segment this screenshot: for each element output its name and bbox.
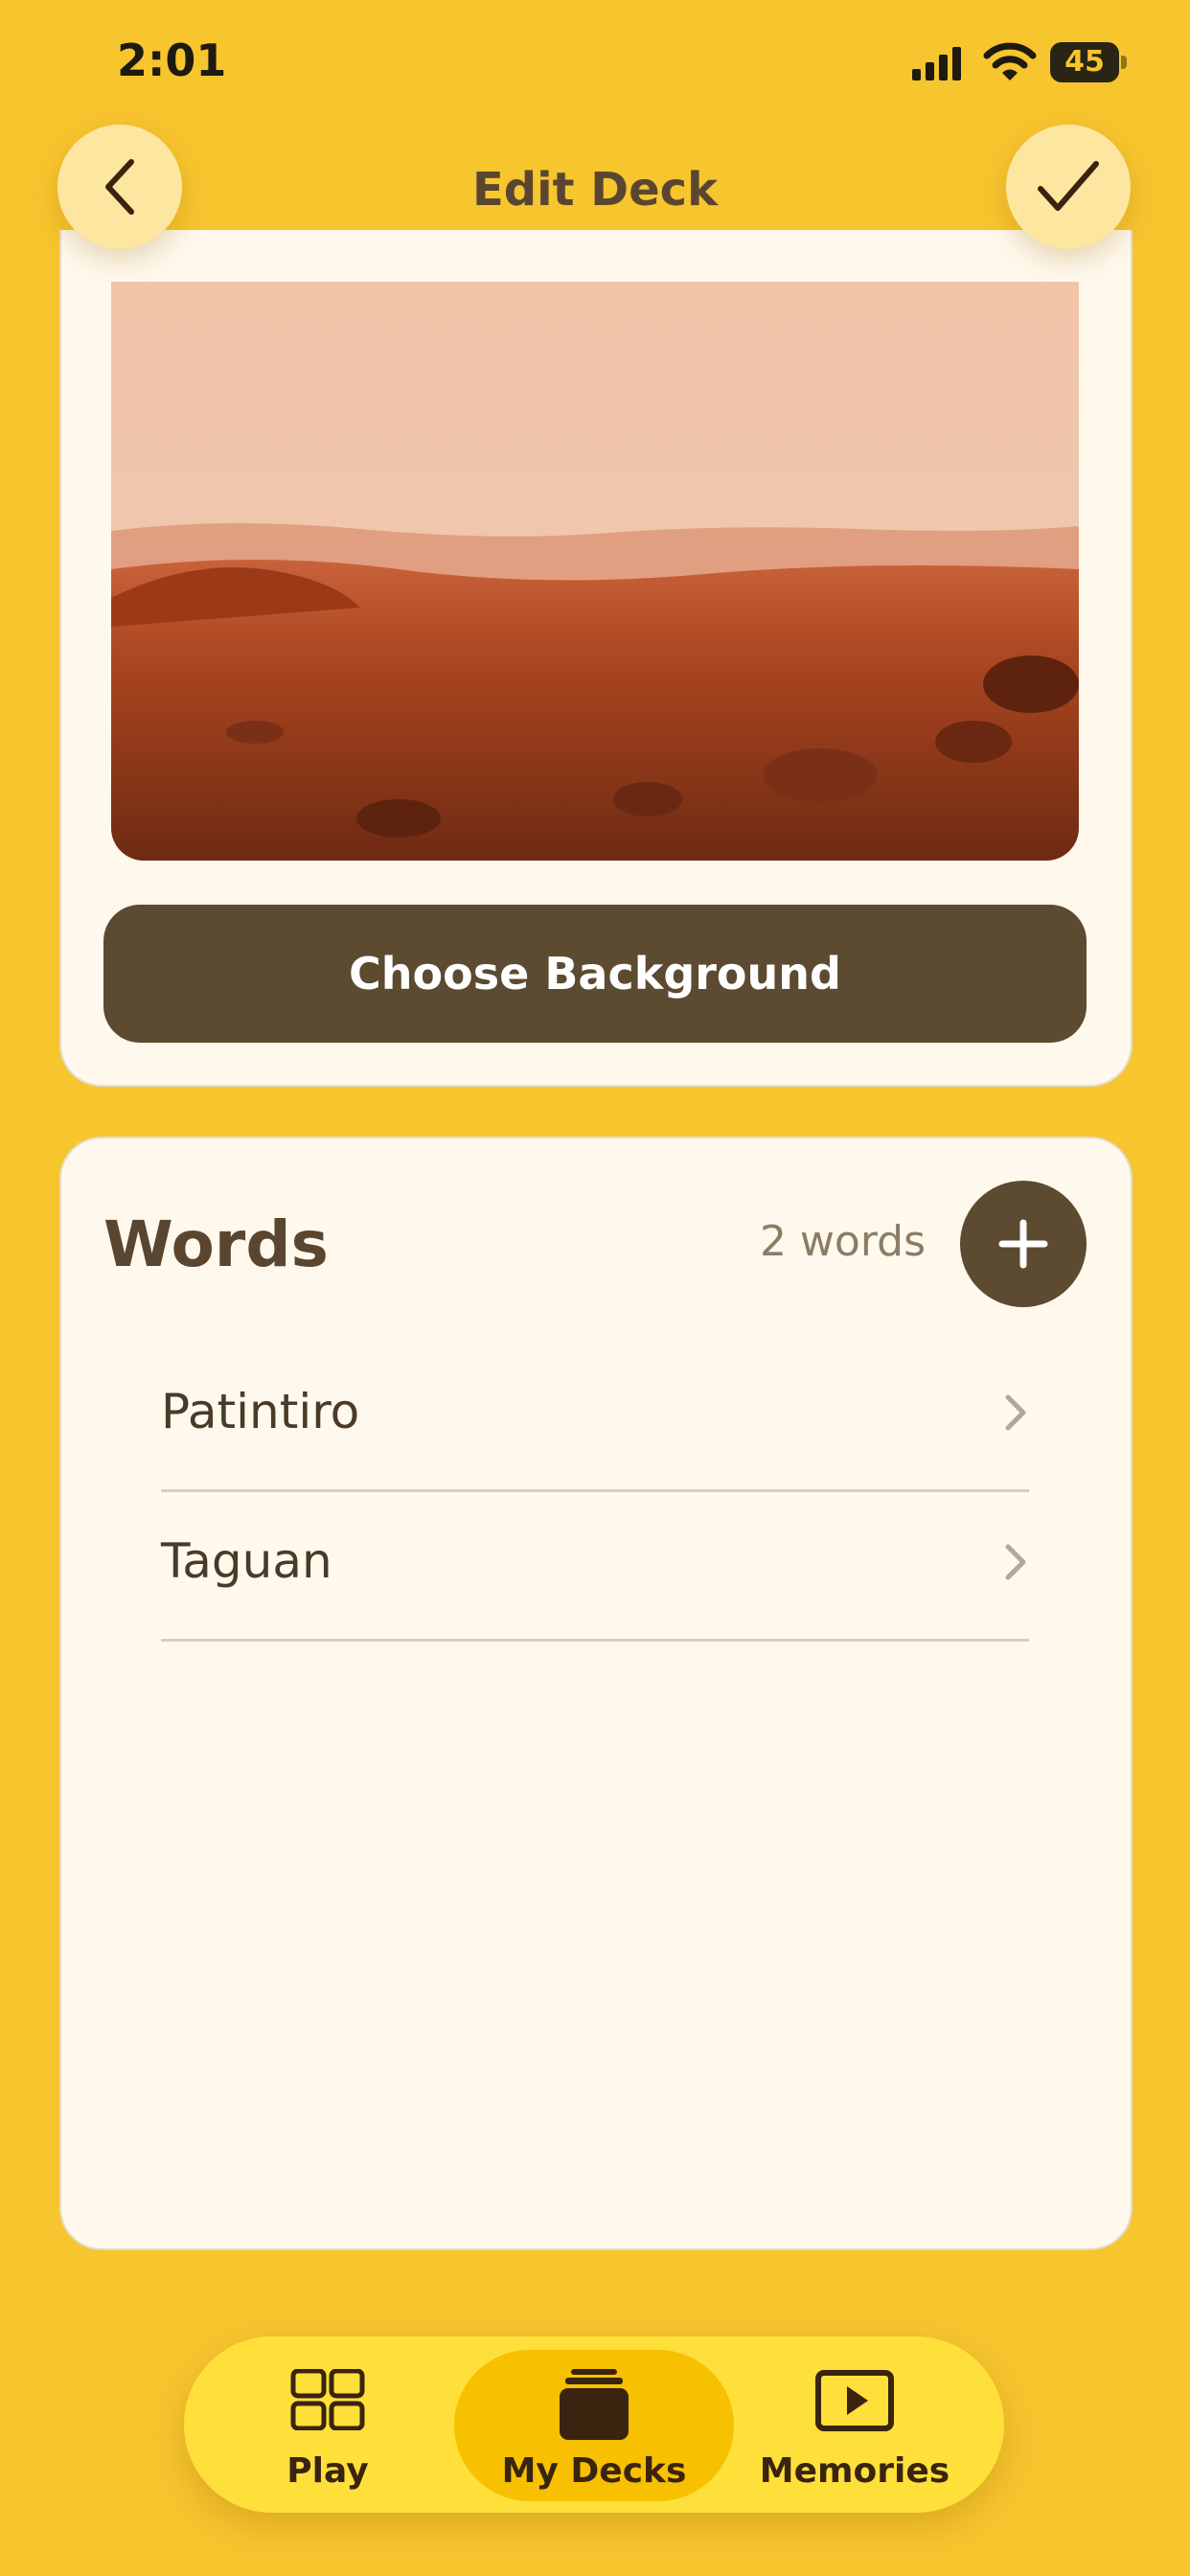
tab-my-decks[interactable]: My Decks xyxy=(479,2336,709,2513)
words-card xyxy=(59,1137,1133,2250)
tab-play[interactable]: Play xyxy=(213,2336,443,2513)
status-time: 2:01 xyxy=(117,34,227,86)
decks-icon xyxy=(560,2369,629,2440)
tab-label: My Decks xyxy=(501,2451,687,2491)
plus-icon xyxy=(998,1219,1048,1269)
battery-level: 45 xyxy=(1064,45,1105,79)
status-bar: 2:01 45 xyxy=(0,0,1190,125)
tab-label: Memories xyxy=(759,2451,950,2491)
words-count: 2 words xyxy=(759,1217,926,1266)
chevron-right-icon xyxy=(1005,1544,1026,1580)
word-label: Patintiro xyxy=(161,1384,360,1439)
background-preview-image xyxy=(111,282,1079,861)
word-row[interactable]: Patintiro xyxy=(161,1340,1029,1492)
grid-icon xyxy=(290,2369,365,2430)
nav-header: Edit Deck xyxy=(0,125,1190,283)
tab-bar: Play My Decks Memories xyxy=(184,2336,1004,2513)
checkmark-icon xyxy=(1038,161,1099,211)
play-box-icon xyxy=(815,2370,894,2431)
chevron-right-icon xyxy=(1005,1394,1026,1431)
add-word-button[interactable] xyxy=(960,1181,1087,1307)
mars-landscape-image xyxy=(111,282,1079,861)
choose-background-button[interactable]: Choose Background xyxy=(103,905,1087,1043)
signal-icon xyxy=(912,47,961,80)
word-row[interactable]: Taguan xyxy=(161,1489,1029,1642)
confirm-button[interactable] xyxy=(1006,125,1131,249)
word-label: Taguan xyxy=(161,1533,332,1589)
tab-label: Play xyxy=(286,2451,369,2491)
battery-icon: 45 xyxy=(1050,42,1127,84)
words-title: Words xyxy=(103,1208,329,1281)
tab-memories[interactable]: Memories xyxy=(740,2336,970,2513)
wifi-icon xyxy=(983,42,1037,80)
